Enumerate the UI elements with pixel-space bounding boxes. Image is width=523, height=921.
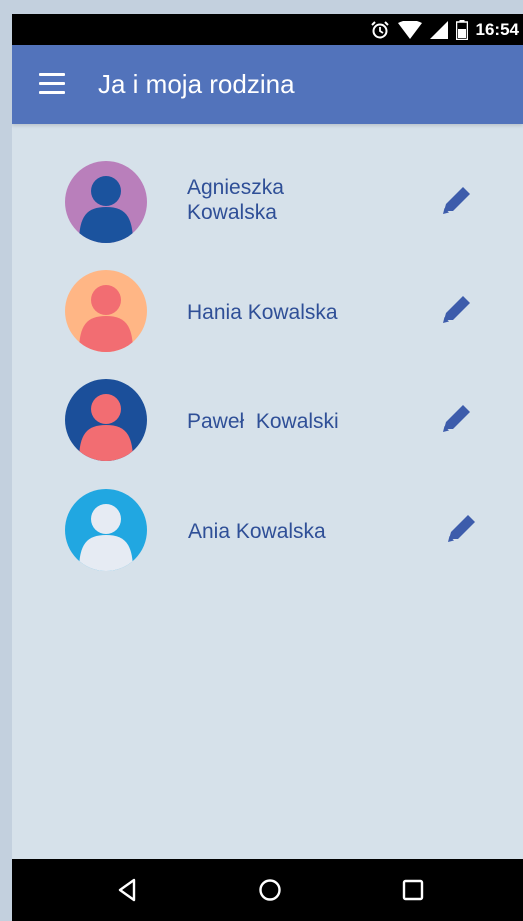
wifi-icon: [397, 20, 422, 39]
back-triangle-icon[interactable]: [113, 875, 143, 905]
edit-pencil-icon[interactable]: [444, 512, 478, 546]
avatar: [65, 161, 147, 243]
recents-square-icon[interactable]: [398, 875, 428, 905]
edit-pencil-icon[interactable]: [439, 184, 473, 218]
edit-pencil-icon[interactable]: [439, 402, 473, 436]
list-item[interactable]: Hania Kowalska: [12, 270, 523, 356]
avatar: [65, 270, 147, 352]
app-bar: Ja i moja rodzina: [12, 45, 523, 124]
edit-pencil-icon[interactable]: [439, 293, 473, 327]
signal-icon: [429, 20, 448, 39]
person-icon: [65, 379, 147, 461]
system-nav-bar: [12, 859, 523, 921]
list-item[interactable]: Ania Kowalska: [12, 489, 523, 575]
list-item[interactable]: Agnieszka Kowalska: [12, 161, 523, 247]
member-name: Hania Kowalska: [187, 301, 338, 324]
member-name: Agnieszka Kowalska: [187, 176, 284, 224]
page-title: Ja i moja rodzina: [98, 69, 295, 99]
phone-screen: 16:54 Ja i moja rodzina Agnieszka Kowals…: [12, 14, 523, 921]
status-icons: 16:54: [370, 14, 519, 45]
frame-top: [0, 0, 523, 14]
menu-button[interactable]: [39, 73, 65, 95]
person-icon: [65, 161, 147, 243]
person-icon: [65, 489, 147, 571]
home-circle-icon[interactable]: [255, 875, 285, 905]
status-time: 16:54: [475, 19, 519, 39]
alarm-icon: [370, 20, 389, 38]
battery-icon: [455, 19, 468, 40]
list-item[interactable]: Paweł Kowalski: [12, 379, 523, 465]
avatar: [65, 489, 147, 571]
avatar: [65, 379, 147, 461]
status-bar: 16:54: [12, 14, 523, 45]
person-icon: [65, 270, 147, 352]
member-name: Paweł Kowalski: [187, 410, 339, 433]
member-name: Ania Kowalska: [188, 520, 326, 543]
